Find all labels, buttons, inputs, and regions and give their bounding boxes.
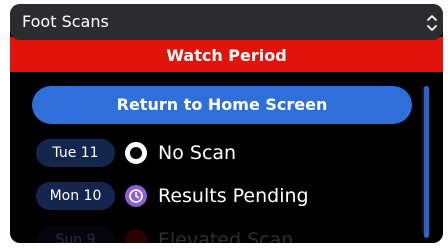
watch-period-banner: Watch Period <box>10 37 443 72</box>
chevron-up-down-icon <box>427 15 437 31</box>
scan-status: Results Pending <box>158 185 309 207</box>
scan-history-panel: Foot Scans Watch Period Return to Home S… <box>10 4 443 243</box>
scan-type-selected: Foot Scans <box>22 12 109 31</box>
scan-type-dropdown[interactable]: Foot Scans <box>10 4 443 40</box>
return-home-button[interactable]: Return to Home Screen <box>32 86 412 124</box>
scan-status: Elevated Scan <box>158 229 294 243</box>
date-pill: Sun 9 <box>36 226 115 243</box>
scan-status: No Scan <box>158 142 237 164</box>
date-pill: Mon 10 <box>36 182 115 210</box>
date-pill: Tue 11 <box>36 139 115 167</box>
clock-icon <box>125 185 147 207</box>
scrollbar-thumb[interactable] <box>424 86 429 238</box>
alert-icon <box>125 229 147 243</box>
ring-icon <box>125 142 147 164</box>
